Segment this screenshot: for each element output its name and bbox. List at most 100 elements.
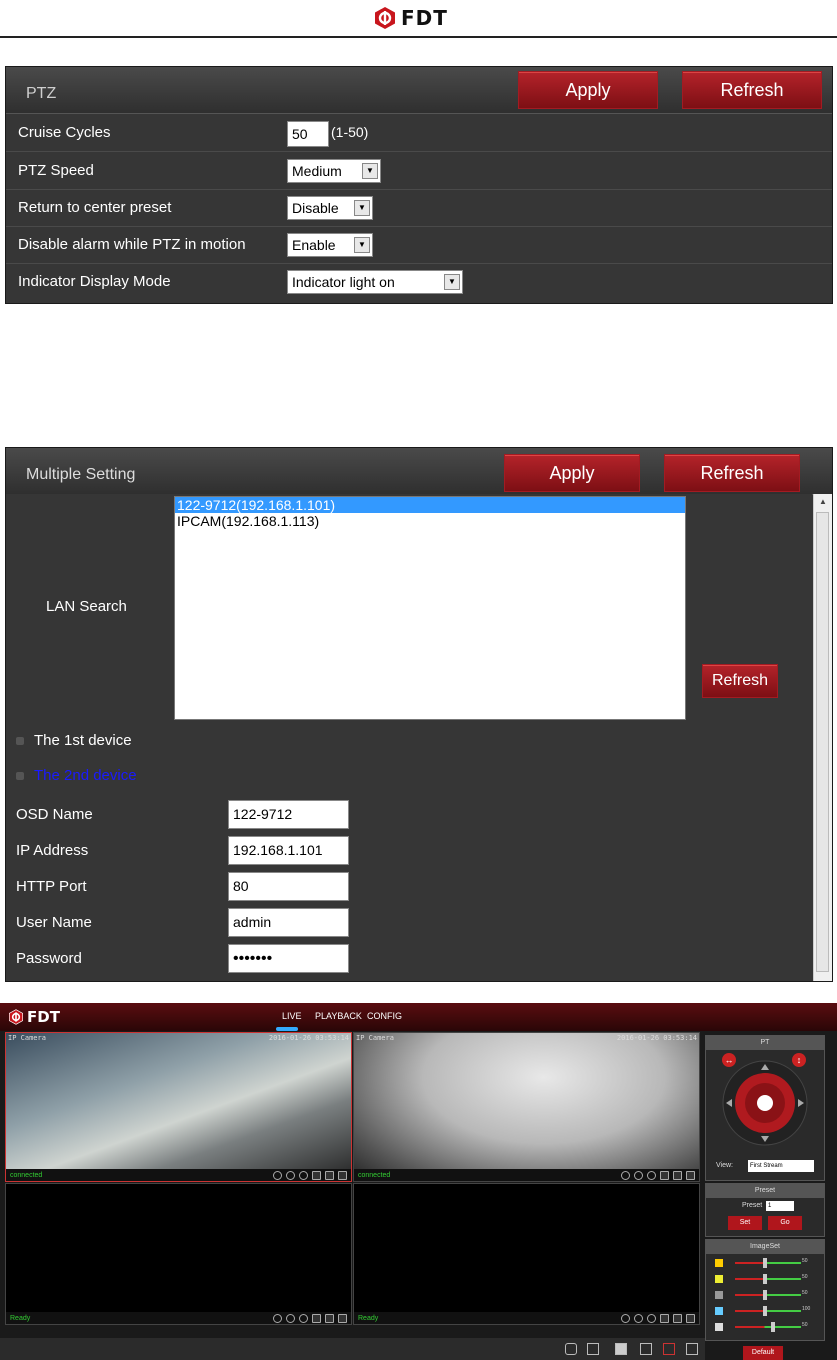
sd-card-icon[interactable] (615, 1343, 627, 1355)
zoom-out-icon[interactable] (273, 1171, 282, 1180)
preset-set-button[interactable]: Set (728, 1216, 762, 1230)
single-view-icon[interactable] (640, 1343, 652, 1355)
list-item[interactable]: 122-9712(192.168.1.101) (175, 497, 685, 513)
view-stream-select[interactable]: First Stream (748, 1160, 814, 1172)
camera-view-2[interactable]: IP Camera 2016-01-26 03:53:14 connected (353, 1032, 700, 1182)
ip-address-input[interactable]: 192.168.1.101 (228, 836, 349, 865)
zoom-out-icon[interactable] (621, 1314, 630, 1323)
dropdown-arrow-icon[interactable]: ▼ (444, 274, 460, 290)
zoom-in-icon[interactable] (634, 1171, 643, 1180)
mute-icon[interactable] (312, 1314, 321, 1323)
zoom-in-icon[interactable] (634, 1314, 643, 1323)
disable-alarm-select[interactable]: Enable ▼ (287, 233, 373, 257)
ptz-joystick[interactable] (722, 1060, 808, 1146)
device-1-tab[interactable]: The 1st device (16, 732, 132, 749)
snapshot-icon[interactable] (565, 1343, 577, 1355)
lan-refresh-button[interactable]: Refresh (702, 664, 778, 698)
dropdown-arrow-icon[interactable]: ▼ (354, 237, 370, 253)
mic-icon[interactable] (673, 1314, 682, 1323)
camera-view-3[interactable]: Ready (5, 1183, 352, 1325)
ptz-apply-button[interactable]: Apply (518, 71, 658, 109)
mic-icon[interactable] (325, 1171, 334, 1180)
vertical-scrollbar[interactable]: ▲ (813, 494, 832, 981)
ptz-refresh-button[interactable]: Refresh (682, 71, 822, 109)
zoom-out-icon[interactable] (621, 1171, 630, 1180)
mute-icon[interactable] (660, 1171, 669, 1180)
camera-view-1[interactable]: IP Camera 2016-01-26 03:53:14 connected (5, 1032, 352, 1182)
list-item[interactable]: IPCAM(192.168.1.113) (175, 513, 685, 529)
slider-knob[interactable] (763, 1258, 767, 1268)
scroll-up-icon[interactable]: ▲ (814, 494, 832, 510)
device-2-tab[interactable]: The 2nd device (16, 767, 137, 784)
tools-icon[interactable] (686, 1314, 695, 1323)
cruise-cycles-input[interactable]: 50 (287, 121, 329, 147)
quad-view-icon[interactable] (663, 1343, 675, 1355)
cruise-cycles-hint: (1-50) (331, 124, 369, 140)
slider-knob[interactable] (763, 1290, 767, 1300)
contrast-slider[interactable] (735, 1274, 801, 1284)
camera-3-controls (273, 1314, 347, 1323)
nine-view-icon[interactable] (686, 1343, 698, 1355)
ptz-speed-label: PTZ Speed (18, 162, 94, 179)
camera-2-status: connected (358, 1172, 391, 1179)
zoom-in-icon[interactable] (286, 1171, 295, 1180)
saturation-slider[interactable] (735, 1290, 801, 1300)
video-record-icon[interactable] (587, 1343, 599, 1355)
indicator-mode-label: Indicator Display Mode (18, 273, 171, 290)
dropdown-arrow-icon[interactable]: ▼ (362, 163, 378, 179)
brightness-slider[interactable] (735, 1258, 801, 1268)
preset-go-button[interactable]: Go (768, 1216, 802, 1230)
imageset-default-button[interactable]: Default (743, 1346, 783, 1360)
preset-select[interactable]: 1 (766, 1201, 794, 1211)
ptz-speed-select[interactable]: Medium ▼ (287, 159, 381, 183)
saturation-icon (715, 1291, 723, 1299)
tools-icon[interactable] (338, 1171, 347, 1180)
slider-knob[interactable] (771, 1322, 775, 1332)
lan-device-list[interactable]: 122-9712(192.168.1.101) IPCAM(192.168.1.… (174, 496, 686, 720)
slider-knob[interactable] (763, 1274, 767, 1284)
record-icon[interactable] (647, 1171, 656, 1180)
indicator-mode-select[interactable]: Indicator light on ▼ (287, 270, 463, 294)
mic-icon[interactable] (673, 1171, 682, 1180)
mute-icon[interactable] (660, 1314, 669, 1323)
camera-view-4[interactable]: Ready (353, 1183, 700, 1325)
device-1-label: The 1st device (34, 732, 132, 749)
camera-1-status: connected (10, 1172, 43, 1179)
osd-name-input[interactable]: 122-9712 (228, 800, 349, 829)
ptz-row-disable-alarm: Disable alarm while PTZ in motion Enable… (6, 226, 832, 264)
mute-icon[interactable] (312, 1171, 321, 1180)
record-icon[interactable] (299, 1171, 308, 1180)
password-input[interactable]: ••••••• (228, 944, 349, 973)
multiple-apply-button[interactable]: Apply (504, 454, 640, 492)
nav-live[interactable]: LIVE (282, 1011, 302, 1021)
scrollbar-thumb[interactable] (816, 512, 829, 972)
hue-value: 100 (802, 1306, 811, 1312)
fdt-logo-icon (9, 1009, 23, 1025)
brightness-icon (715, 1259, 723, 1267)
user-name-input[interactable]: admin (228, 908, 349, 937)
hue-slider[interactable] (735, 1306, 801, 1316)
nav-config[interactable]: CONFIG (367, 1011, 402, 1021)
zoom-out-icon[interactable] (273, 1314, 282, 1323)
sharpness-slider[interactable] (735, 1322, 801, 1332)
osd-name-label: OSD Name (16, 806, 93, 823)
multiple-refresh-button[interactable]: Refresh (664, 454, 800, 492)
disable-alarm-label: Disable alarm while PTZ in motion (18, 236, 246, 253)
live-view-app: FDT LIVE PLAYBACK CONFIG IP Camera 2016-… (0, 1003, 837, 1360)
http-port-input[interactable]: 80 (228, 872, 349, 901)
zoom-in-icon[interactable] (286, 1314, 295, 1323)
tools-icon[interactable] (686, 1171, 695, 1180)
mic-icon[interactable] (325, 1314, 334, 1323)
tools-icon[interactable] (338, 1314, 347, 1323)
record-icon[interactable] (299, 1314, 308, 1323)
ptz-row-indicator-mode: Indicator Display Mode Indicator light o… (6, 263, 832, 300)
contrast-value: 50 (802, 1274, 808, 1280)
record-icon[interactable] (647, 1314, 656, 1323)
dropdown-arrow-icon[interactable]: ▼ (354, 200, 370, 216)
slider-knob[interactable] (763, 1306, 767, 1316)
multiple-title: Multiple Setting (26, 466, 136, 483)
preset-panel: Preset Preset 1 Set Go (705, 1183, 825, 1237)
nav-playback[interactable]: PLAYBACK (315, 1011, 362, 1021)
return-center-select[interactable]: Disable ▼ (287, 196, 373, 220)
multiple-setting-panel: Multiple Setting Apply Refresh LAN Searc… (5, 447, 833, 982)
